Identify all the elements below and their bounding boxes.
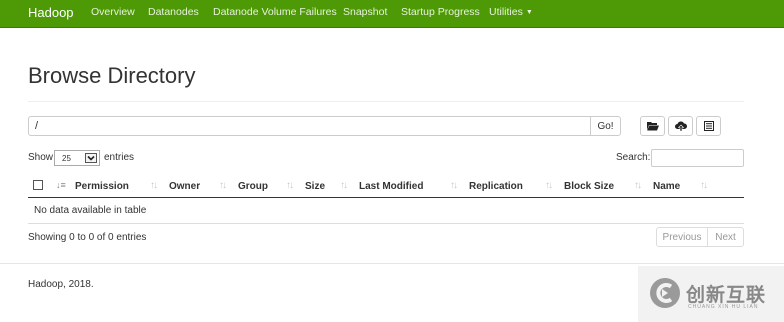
search-label: Search:	[616, 152, 651, 163]
sort-icon[interactable]: ↑↓	[150, 180, 158, 191]
sort-icon[interactable]: ↑↓	[340, 180, 348, 191]
search-input[interactable]	[651, 149, 744, 167]
footer-divider	[0, 263, 784, 264]
sort-icon[interactable]: ↑↓	[286, 180, 294, 191]
nav-utilities-label: Utilities	[489, 6, 523, 18]
caret-down-icon: ▼	[525, 9, 533, 16]
table-empty-message: No data available in table	[34, 205, 147, 216]
brand-logo[interactable]: Hadoop	[28, 5, 74, 20]
cut-paste-button[interactable]	[696, 116, 721, 136]
sort-icon[interactable]: ↑↓	[634, 180, 642, 191]
sort-icon[interactable]: ↑↓	[545, 180, 553, 191]
table-info: Showing 0 to 0 of 0 entries	[28, 232, 147, 243]
nav-overview[interactable]: Overview	[91, 6, 135, 18]
create-directory-button[interactable]	[640, 116, 665, 136]
nav-startup-progress[interactable]: Startup Progress	[401, 6, 480, 18]
nav-snapshot[interactable]: Snapshot	[343, 6, 387, 18]
select-all-checkbox[interactable]	[33, 180, 43, 190]
column-header-owner[interactable]: Owner	[169, 181, 200, 192]
page-size-select[interactable]: 25	[54, 150, 100, 166]
upload-button[interactable]	[668, 116, 693, 136]
entries-label: entries	[104, 152, 135, 163]
page-title: Browse Directory	[28, 63, 196, 88]
column-header-permission[interactable]: Permission	[75, 181, 129, 192]
sort-icon[interactable]: ↑↓	[219, 180, 227, 191]
watermark-logo-icon	[650, 278, 680, 308]
upload-icon	[674, 121, 687, 131]
previous-page-button[interactable]: Previous	[656, 227, 708, 247]
column-header-size[interactable]: Size	[305, 181, 325, 192]
column-header-replication[interactable]: Replication	[469, 181, 523, 192]
sort-icon[interactable]: ↑↓	[450, 180, 458, 191]
title-divider	[28, 101, 744, 102]
page-size-value: 25	[62, 154, 71, 163]
sort-icon[interactable]: ↑↓	[700, 180, 708, 191]
column-header-group[interactable]: Group	[238, 181, 268, 192]
folder-open-icon	[646, 122, 659, 131]
top-navbar: Hadoop Overview Datanodes Datanode Volum…	[0, 0, 784, 28]
column-header-last-modified[interactable]: Last Modified	[359, 181, 423, 192]
list-icon	[703, 121, 714, 131]
next-page-button[interactable]: Next	[707, 227, 744, 247]
table-header-divider	[28, 197, 744, 198]
chevron-down-icon	[85, 153, 97, 163]
column-header-block-size[interactable]: Block Size	[564, 181, 614, 192]
table-row-divider	[28, 223, 744, 224]
nav-utilities-dropdown[interactable]: Utilities ▼	[489, 6, 533, 18]
go-button[interactable]: Go!	[590, 116, 621, 136]
sort-ascending-icon[interactable]: ↓≡	[56, 180, 66, 190]
footer-text: Hadoop, 2018.	[28, 279, 94, 290]
nav-datanode-volume-failures[interactable]: Datanode Volume Failures	[213, 6, 337, 18]
column-header-name[interactable]: Name	[653, 181, 680, 192]
show-label: Show	[28, 152, 54, 163]
directory-path-input[interactable]	[28, 116, 596, 136]
watermark: 创新互联 CHUANG XIN HU LIAN	[638, 266, 784, 322]
nav-datanodes[interactable]: Datanodes	[148, 6, 199, 18]
watermark-text: 创新互联	[686, 284, 767, 306]
watermark-subtext: CHUANG XIN HU LIAN	[688, 304, 759, 310]
